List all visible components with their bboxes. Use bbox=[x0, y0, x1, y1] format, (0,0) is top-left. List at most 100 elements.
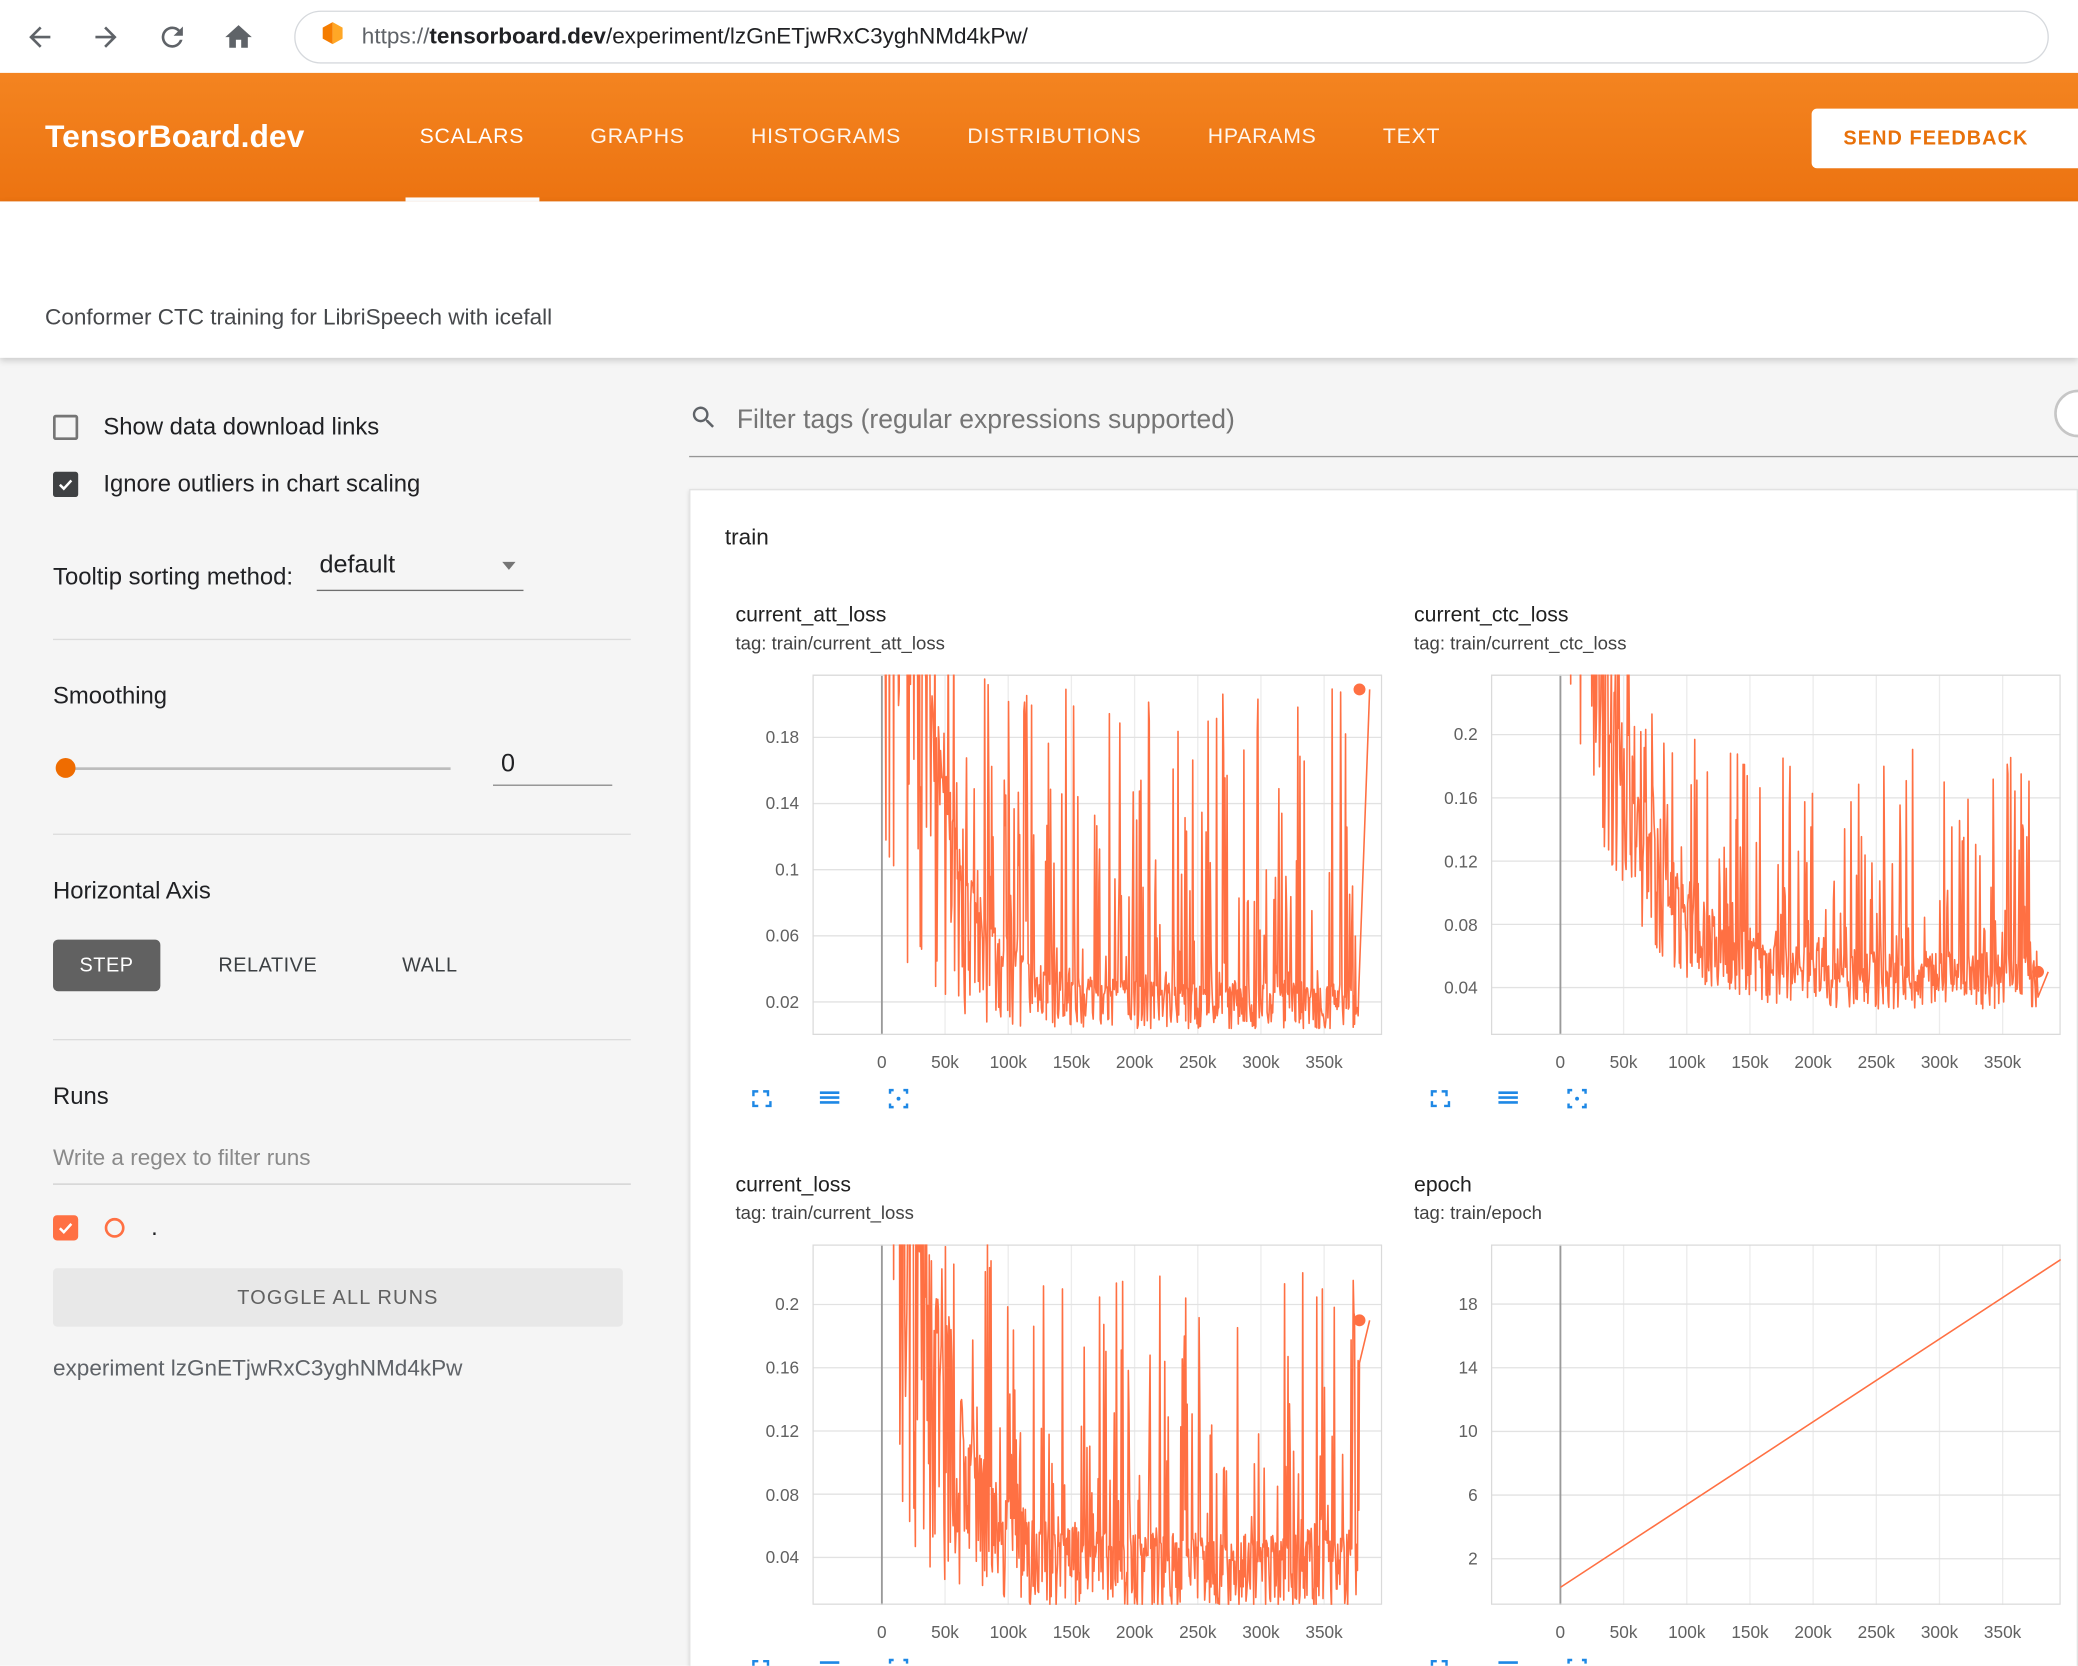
tooltip-sorting-label: Tooltip sorting method: bbox=[53, 563, 294, 590]
x-tick-label: 200k bbox=[1115, 1622, 1154, 1642]
chart-tag: tag: train/epoch bbox=[1414, 1202, 1542, 1224]
x-tick-label: 300k bbox=[1242, 1052, 1280, 1073]
horizontal-axis-buttons: STEP RELATIVE WALL bbox=[53, 939, 631, 992]
fullscreen-icon[interactable] bbox=[1425, 1084, 1454, 1113]
y-axis-labels: 2 6 10 14 18 bbox=[1414, 1244, 1491, 1611]
fit-domain-icon[interactable] bbox=[884, 1654, 913, 1666]
back-icon[interactable] bbox=[24, 21, 56, 53]
x-tick-label: 350k bbox=[1983, 1622, 2022, 1642]
fullscreen-icon[interactable] bbox=[1425, 1654, 1454, 1666]
search-icon bbox=[689, 403, 718, 439]
chart-plot-area[interactable] bbox=[1490, 357, 2061, 1042]
refresh-icon[interactable] bbox=[156, 21, 188, 53]
fullscreen-icon[interactable] bbox=[746, 1654, 775, 1666]
x-tick-label: 150k bbox=[1731, 1052, 1769, 1073]
smoothing-slider-thumb[interactable] bbox=[55, 757, 76, 778]
axis-wall-button[interactable]: WALL bbox=[376, 940, 485, 992]
runs-filter-input[interactable]: Write a regex to filter runs bbox=[53, 1145, 631, 1185]
tab-text[interactable]: TEXT bbox=[1350, 73, 1474, 202]
run-checkbox[interactable] bbox=[53, 1215, 79, 1241]
x-tick-label: 250k bbox=[1857, 1052, 1895, 1073]
home-icon[interactable] bbox=[223, 21, 255, 53]
filter-tags-field[interactable]: Filter tags (regular expressions support… bbox=[689, 403, 2078, 458]
forward-icon[interactable] bbox=[90, 21, 122, 53]
x-tick-label: 50k bbox=[1609, 1622, 1638, 1642]
x-tick-label: 150k bbox=[1731, 1622, 1769, 1642]
y-tick-label: 0.12 bbox=[1444, 851, 1478, 872]
chart-plot-area[interactable] bbox=[812, 648, 1383, 1611]
divider bbox=[53, 833, 631, 835]
fit-domain-icon[interactable] bbox=[1562, 1654, 1591, 1666]
chart-card-current_att_loss: current_att_loss tag: train/current_att_l… bbox=[735, 357, 1385, 1113]
charts-grid: current_att_loss tag: train/current_att_l… bbox=[690, 357, 2076, 1666]
x-tick-label: 350k bbox=[1983, 1052, 2022, 1073]
fit-domain-icon[interactable] bbox=[1562, 1084, 1591, 1113]
tab-scalars[interactable]: SCALARS bbox=[386, 73, 557, 202]
toggle-all-runs-button[interactable]: TOGGLE ALL RUNS bbox=[53, 1268, 623, 1327]
smoothing-value-field[interactable]: 0 bbox=[492, 750, 613, 786]
experiment-subtitle: Conformer CTC training for LibriSpeech w… bbox=[0, 201, 2078, 358]
lines-icon[interactable] bbox=[1494, 1084, 1523, 1113]
show-download-checkbox[interactable] bbox=[53, 414, 79, 440]
tab-histograms[interactable]: HISTOGRAMS bbox=[718, 73, 934, 202]
smoothing-label: Smoothing bbox=[53, 682, 168, 710]
chart-plot-area[interactable] bbox=[812, 357, 1383, 1042]
y-tick-label: 0.2 bbox=[775, 1294, 800, 1315]
tooltip-sorting-row: Tooltip sorting method: default bbox=[53, 551, 631, 592]
smoothing-slider-row: 0 bbox=[53, 750, 631, 786]
axis-relative-button[interactable]: RELATIVE bbox=[192, 940, 344, 992]
fit-domain-icon[interactable] bbox=[884, 1084, 913, 1113]
chart-toolbar bbox=[1425, 1084, 2064, 1113]
tooltip-sorting-select[interactable]: default bbox=[316, 551, 524, 592]
ignore-outliers-row: Ignore outliers in chart scaling bbox=[53, 470, 631, 498]
y-tick-label: 0.04 bbox=[1444, 977, 1478, 998]
run-name: . bbox=[151, 1213, 158, 1241]
y-tick-label: 0.18 bbox=[765, 727, 800, 748]
chart-title: current_loss bbox=[735, 1174, 852, 1197]
app-brand: TensorBoard.dev bbox=[45, 118, 305, 155]
y-tick-label: 0.12 bbox=[765, 1421, 800, 1441]
x-tick-label: 250k bbox=[1179, 1622, 1217, 1642]
tab-hparams[interactable]: HPARAMS bbox=[1175, 73, 1350, 202]
lines-icon[interactable] bbox=[815, 1084, 844, 1113]
x-tick-label: 300k bbox=[1242, 1622, 1280, 1642]
chart-tag: tag: train/current_att_loss bbox=[735, 632, 945, 654]
y-tick-label: 0.16 bbox=[765, 1357, 800, 1378]
x-axis-labels: 0 50k 100k 150k 200k 250k 300k 350k bbox=[812, 1612, 1385, 1646]
ignore-outliers-label: Ignore outliers in chart scaling bbox=[103, 470, 421, 497]
send-feedback-button[interactable]: SEND FEEDBACK bbox=[1811, 108, 2078, 169]
y-tick-label: 2 bbox=[1468, 1548, 1478, 1569]
x-tick-label: 250k bbox=[1857, 1622, 1895, 1642]
chart-tag: tag: train/current_loss bbox=[735, 1202, 914, 1224]
x-tick-label: 0 bbox=[877, 1052, 887, 1073]
divider bbox=[53, 1039, 631, 1041]
ignore-outliers-checkbox[interactable] bbox=[53, 471, 79, 497]
address-bar[interactable]: https://tensorboard.dev/experiment/lzGnE… bbox=[294, 9, 2049, 63]
x-tick-label: 250k bbox=[1179, 1052, 1217, 1073]
y-tick-label: 6 bbox=[1468, 1485, 1478, 1505]
chevron-down-icon bbox=[502, 561, 516, 570]
y-tick-label: 0.04 bbox=[765, 1547, 800, 1568]
main-panel: Filter tags (regular expressions support… bbox=[663, 357, 2078, 1666]
lines-icon[interactable] bbox=[1494, 1654, 1523, 1666]
axis-step-button[interactable]: STEP bbox=[53, 939, 161, 992]
x-tick-label: 200k bbox=[1794, 1622, 1832, 1642]
tab-distributions[interactable]: DISTRIBUTIONS bbox=[934, 73, 1174, 202]
x-tick-label: 0 bbox=[877, 1622, 887, 1642]
tab-graphs[interactable]: GRAPHS bbox=[557, 73, 718, 202]
y-tick-label: 0.06 bbox=[765, 925, 800, 946]
chart-title: current_ctc_loss bbox=[1414, 604, 1569, 627]
fullscreen-icon[interactable] bbox=[746, 1084, 775, 1113]
chart-plot-area[interactable] bbox=[1490, 1244, 2062, 1611]
smoothing-slider[interactable] bbox=[55, 757, 451, 778]
y-tick-label: 0.16 bbox=[1444, 787, 1478, 808]
lines-icon[interactable] bbox=[815, 1654, 844, 1666]
run-row: . bbox=[53, 1214, 631, 1242]
x-tick-label: 100k bbox=[989, 1052, 1027, 1073]
x-axis-labels: 0 50k 100k 150k 200k 250k 300k 350k bbox=[1491, 1042, 2064, 1076]
x-tick-label: 200k bbox=[1794, 1052, 1832, 1073]
x-tick-label: 100k bbox=[989, 1622, 1027, 1642]
y-tick-label: 0.2 bbox=[1453, 724, 1478, 745]
card-title: train bbox=[724, 524, 769, 550]
show-download-label: Show data download links bbox=[103, 413, 380, 440]
